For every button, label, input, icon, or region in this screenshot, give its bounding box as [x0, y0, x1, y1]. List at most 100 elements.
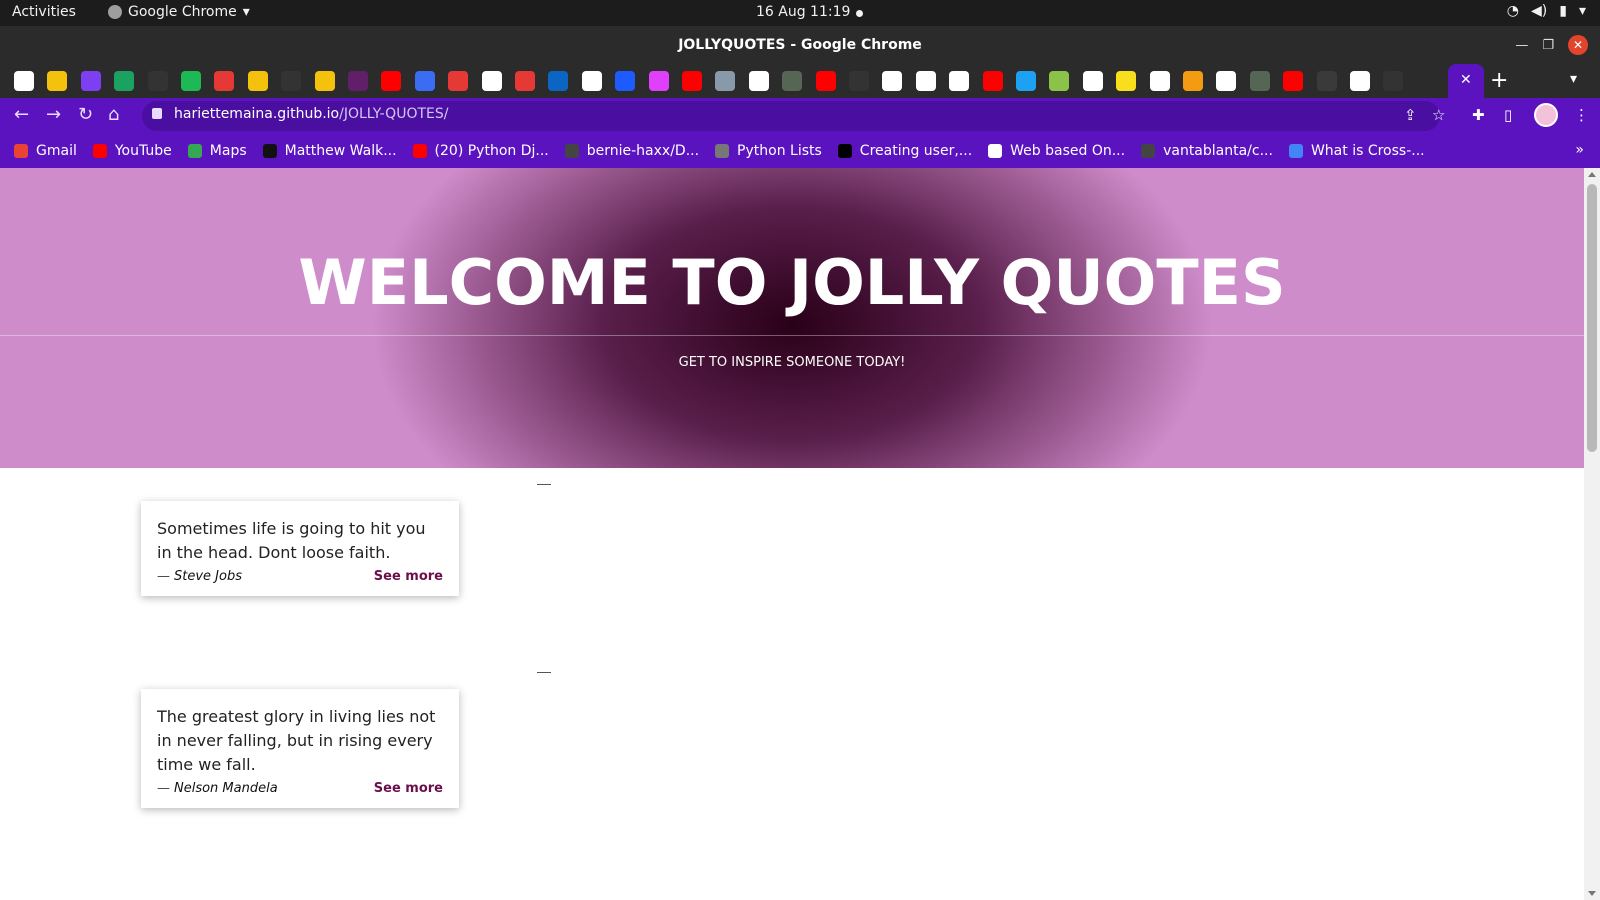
bookmark-item[interactable]: vantablanta/c...: [1141, 143, 1273, 159]
see-more-link[interactable]: See more: [374, 781, 443, 796]
reload-button[interactable]: ↻: [78, 104, 93, 125]
bookmarks-overflow-icon[interactable]: »: [1575, 142, 1584, 158]
clock[interactable]: 16 Aug 11:19: [756, 4, 850, 20]
url-path: /JOLLY-QUOTES/: [339, 106, 449, 122]
browser-tab[interactable]: [181, 71, 201, 91]
profile-avatar[interactable]: [1534, 103, 1558, 127]
bookmark-item[interactable]: Matthew Walk...: [262, 143, 397, 159]
home-button[interactable]: ⌂: [108, 104, 119, 125]
browser-tab[interactable]: [1116, 71, 1137, 91]
browser-tab[interactable]: [615, 71, 636, 91]
browser-tab[interactable]: [548, 71, 569, 91]
browser-tab[interactable]: [1216, 71, 1237, 91]
browser-tab[interactable]: [515, 71, 535, 91]
bookmark-item[interactable]: Maps: [187, 143, 247, 159]
browser-tab[interactable]: [47, 71, 68, 91]
scroll-down-icon[interactable]: [1588, 891, 1596, 896]
browser-tab[interactable]: [1383, 71, 1404, 91]
bookmark-item[interactable]: Creating user,...: [837, 143, 972, 159]
bookmark-item[interactable]: What is Cross-...: [1288, 143, 1425, 159]
browser-tab[interactable]: [1249, 71, 1270, 91]
browser-tab[interactable]: [782, 71, 803, 91]
app-menu[interactable]: Google Chrome ▾: [108, 4, 250, 20]
browser-tab[interactable]: [1316, 71, 1337, 91]
browser-tab[interactable]: [281, 71, 302, 91]
scroll-up-icon[interactable]: [1588, 172, 1596, 177]
browser-tab[interactable]: [882, 71, 903, 91]
maximize-button[interactable]: ❐: [1542, 38, 1554, 53]
chevron-down-icon: ▾: [242, 4, 250, 20]
bookmark-item[interactable]: bernie-haxx/D...: [564, 143, 699, 159]
window-controls: — ❐ ✕: [1515, 35, 1588, 55]
author-dash: —: [157, 781, 170, 796]
browser-tab[interactable]: [147, 71, 168, 91]
tab-search-button[interactable]: ▾: [1570, 71, 1577, 87]
bookmark-item[interactable]: Web based On...: [988, 143, 1125, 159]
browser-tab[interactable]: [381, 71, 402, 91]
back-button[interactable]: ←: [14, 104, 29, 125]
browser-tab[interactable]: [1350, 71, 1370, 91]
bookmark-item[interactable]: Gmail: [14, 143, 77, 159]
extensions-icon[interactable]: ✚: [1472, 106, 1485, 124]
bookmark-favicon-icon: [412, 144, 427, 158]
browser-tab[interactable]: [14, 71, 34, 91]
browser-tab[interactable]: [348, 71, 368, 91]
browser-tab[interactable]: [748, 71, 769, 91]
bookmark-favicon-icon: [564, 144, 579, 158]
browser-tab[interactable]: [815, 71, 836, 91]
browser-tab[interactable]: [915, 71, 936, 91]
minimize-button[interactable]: —: [1515, 38, 1528, 53]
browser-tab[interactable]: [214, 71, 235, 91]
bookmark-label: Matthew Walk...: [284, 143, 397, 159]
url-text[interactable]: hariettemaina.github.io/JOLLY-QUOTES/: [174, 106, 448, 122]
browser-tab[interactable]: [648, 71, 669, 91]
system-tray[interactable]: ◔ ◀) ▮ ▾: [1507, 3, 1586, 19]
browser-tab[interactable]: [1183, 71, 1203, 91]
browser-tab[interactable]: [1049, 71, 1070, 91]
menu-kebab-icon[interactable]: ⋮: [1574, 106, 1589, 124]
scrollbar-thumb[interactable]: [1587, 184, 1597, 452]
browser-tab[interactable]: [715, 71, 736, 91]
chrome-icon: [108, 5, 122, 19]
side-panel-icon[interactable]: ▯: [1504, 106, 1512, 124]
see-more-link[interactable]: See more: [374, 569, 443, 584]
bookmark-item[interactable]: (20) Python Dj...: [412, 143, 549, 159]
lock-icon[interactable]: [152, 108, 162, 119]
browser-toolbar: ← → ↻ ⌂ hariettemaina.github.io/JOLLY-QU…: [0, 98, 1600, 134]
bookmark-label: YouTube: [114, 143, 172, 159]
bookmark-favicon-icon: [1141, 144, 1156, 158]
page-scrollbar[interactable]: [1584, 168, 1600, 900]
browser-tab[interactable]: [481, 71, 502, 91]
bookmark-star-icon[interactable]: ☆: [1432, 106, 1445, 124]
browser-tab[interactable]: [982, 71, 1003, 91]
new-tab-button[interactable]: +: [1490, 68, 1508, 93]
window-title-bar[interactable]: JOLLYQUOTES - Google Chrome — ❐ ✕: [0, 26, 1600, 64]
browser-tab[interactable]: [1016, 71, 1036, 91]
browser-tab[interactable]: [247, 71, 268, 91]
browser-tab[interactable]: [682, 71, 702, 91]
bookmark-favicon-icon: [14, 144, 28, 158]
browser-tab[interactable]: [849, 71, 869, 91]
browser-tab[interactable]: [949, 71, 970, 91]
bookmark-label: What is Cross-...: [1310, 143, 1425, 159]
share-icon[interactable]: ⇪: [1404, 106, 1417, 124]
browser-tab[interactable]: [448, 71, 469, 91]
browser-tab[interactable]: [114, 71, 135, 91]
browser-tab[interactable]: [1149, 71, 1170, 91]
browser-tab[interactable]: [80, 71, 101, 91]
bookmark-label: (20) Python Dj...: [434, 143, 549, 159]
browser-tab[interactable]: [581, 71, 602, 91]
browser-tab[interactable]: [1082, 71, 1103, 91]
close-window-button[interactable]: ✕: [1568, 35, 1588, 55]
quote-card: Sometimes life is going to hit you in th…: [141, 501, 459, 596]
bookmark-label: Python Lists: [737, 143, 822, 159]
close-tab-icon[interactable]: ✕: [1460, 72, 1472, 88]
browser-tab[interactable]: [314, 71, 335, 91]
bookmark-item[interactable]: YouTube: [92, 143, 172, 159]
forward-button[interactable]: →: [46, 104, 61, 125]
bookmark-item[interactable]: Python Lists: [715, 143, 822, 159]
browser-tab[interactable]: [1283, 71, 1304, 91]
chevron-down-icon: ▾: [1578, 3, 1586, 19]
activities-button[interactable]: Activities: [12, 4, 76, 20]
browser-tab[interactable]: [414, 71, 435, 91]
